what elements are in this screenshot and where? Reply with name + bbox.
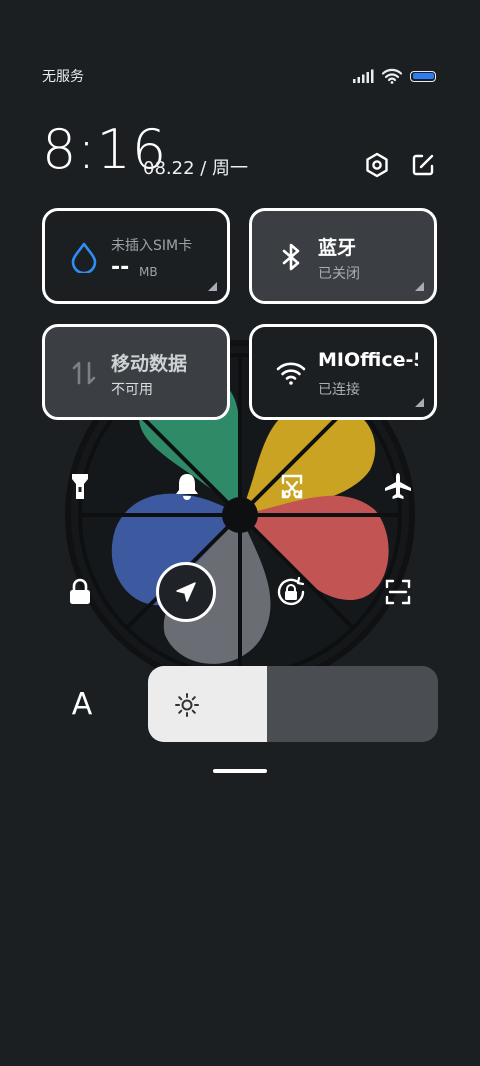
gear-icon xyxy=(366,152,388,178)
rotation-lock-icon xyxy=(277,576,305,606)
tile-sim-data-usage[interactable]: 未插入SIM卡 -- MB xyxy=(42,208,230,304)
sun-icon xyxy=(175,693,199,717)
tile-sim-value: -- xyxy=(111,255,130,280)
battery-icon xyxy=(410,70,436,82)
tile-bluetooth[interactable]: 蓝牙 已关闭 xyxy=(249,208,437,304)
edit-button[interactable] xyxy=(408,150,438,180)
tile-wifi-status: 已连接 xyxy=(318,382,360,398)
brightness-fill xyxy=(148,666,267,742)
signal-icon xyxy=(353,69,374,83)
water-drop-icon xyxy=(71,242,97,273)
tile-wifi-ssid: MIOffice-5G xyxy=(318,349,418,371)
tile-wifi[interactable]: MIOffice-5G 已连接 xyxy=(249,324,437,420)
auto-brightness-button[interactable]: A xyxy=(60,682,104,726)
brightness-slider[interactable] xyxy=(148,666,438,742)
rotation-lock-toggle[interactable] xyxy=(270,570,314,614)
status-icons xyxy=(352,66,436,86)
screenshot-toggle[interactable] xyxy=(270,464,314,508)
screenshot-icon xyxy=(281,474,303,499)
tile-bluetooth-title: 蓝牙 xyxy=(318,237,357,259)
bell-icon xyxy=(176,474,198,500)
data-arrows-icon xyxy=(72,361,96,385)
carrier-status: 无服务 xyxy=(42,69,84,85)
tile-bluetooth-status: 已关闭 xyxy=(318,266,360,282)
expand-corner-icon xyxy=(415,282,424,291)
drag-handle[interactable] xyxy=(213,769,267,773)
tile-mobile-data[interactable]: 移动数据 不可用 xyxy=(42,324,230,420)
date-weekday: 08.22 / 周一 xyxy=(143,158,249,179)
location-toggle[interactable] xyxy=(156,562,216,622)
expand-corner-icon xyxy=(415,398,424,407)
airplane-icon xyxy=(385,473,411,499)
tile-sim-title: 未插入SIM卡 xyxy=(111,238,193,254)
bluetooth-icon xyxy=(282,243,300,271)
tile-mobile-data-status: 不可用 xyxy=(111,382,153,398)
wifi-icon xyxy=(276,362,306,385)
tile-sim-unit: MB xyxy=(139,265,158,279)
location-arrow-icon xyxy=(176,582,196,602)
flashlight-icon xyxy=(72,474,88,499)
tile-mobile-data-title: 移动数据 xyxy=(111,353,188,375)
scanner-toggle[interactable] xyxy=(376,570,420,614)
expand-corner-icon xyxy=(208,282,217,291)
lock-screen-toggle[interactable] xyxy=(58,570,102,614)
scan-icon xyxy=(385,579,411,605)
airplane-mode-toggle[interactable] xyxy=(376,464,420,508)
wifi-icon xyxy=(382,68,402,84)
flashlight-toggle[interactable] xyxy=(58,464,102,508)
lock-icon xyxy=(70,578,90,604)
mute-toggle[interactable] xyxy=(165,464,209,508)
settings-button[interactable] xyxy=(362,150,392,180)
edit-icon xyxy=(412,154,434,176)
